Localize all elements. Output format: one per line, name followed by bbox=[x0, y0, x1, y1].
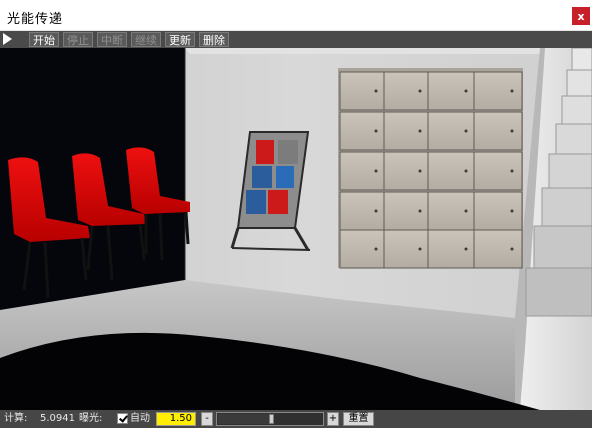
continue-button[interactable]: 继续 bbox=[131, 32, 161, 47]
status-bar: 计算: 5.0941 曝光: 自动 1.50 - + 重置 bbox=[0, 410, 592, 428]
start-button[interactable]: 开始 bbox=[29, 32, 59, 47]
exposure-label: 曝光: bbox=[79, 413, 103, 424]
compute-label: 计算: bbox=[4, 413, 28, 424]
exposure-decrease-button[interactable]: - bbox=[201, 412, 213, 426]
exposure-slider-fill bbox=[218, 414, 270, 424]
play-icon[interactable] bbox=[3, 33, 12, 45]
exposure-slider[interactable] bbox=[216, 412, 324, 426]
update-button[interactable]: 更新 bbox=[165, 32, 195, 47]
auto-exposure-label: 自动 bbox=[130, 413, 150, 424]
auto-exposure-checkbox[interactable] bbox=[117, 413, 128, 424]
ceiling bbox=[185, 48, 545, 54]
compute-value: 5.0941 bbox=[40, 413, 75, 424]
stop-button[interactable]: 停止 bbox=[63, 32, 93, 47]
window-titlebar: 光能传递 x bbox=[0, 0, 592, 31]
exposure-value-input[interactable]: 1.50 bbox=[156, 412, 196, 426]
window-title: 光能传递 bbox=[7, 12, 64, 27]
exposure-increase-button[interactable]: + bbox=[327, 412, 339, 426]
delete-button[interactable]: 删除 bbox=[199, 32, 229, 47]
close-button[interactable]: x bbox=[572, 7, 590, 25]
wall-lockers bbox=[338, 68, 523, 269]
interrupt-button[interactable]: 中断 bbox=[97, 32, 127, 47]
reset-button[interactable]: 重置 bbox=[343, 412, 374, 426]
exposure-slider-thumb[interactable] bbox=[269, 414, 274, 424]
toolbar: 开始 停止 中断 继续 更新 删除 bbox=[0, 31, 592, 48]
render-viewport[interactable] bbox=[0, 48, 592, 410]
